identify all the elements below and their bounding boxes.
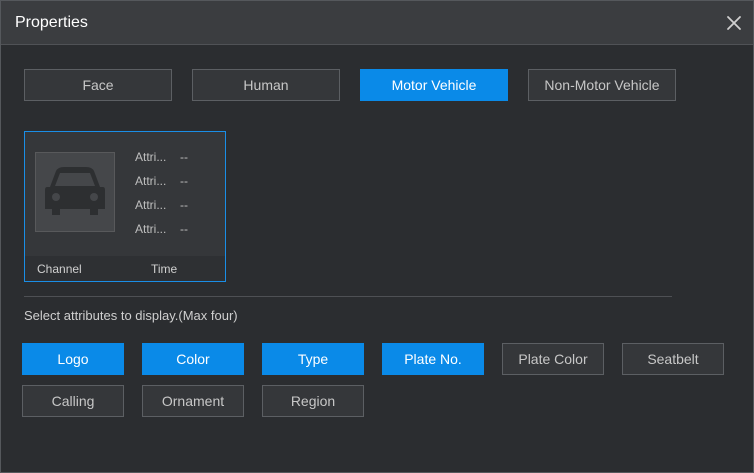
car-icon <box>45 167 105 215</box>
attribute-ornament-button[interactable]: Ornament <box>142 385 244 417</box>
attribute-value: -- <box>180 222 188 236</box>
tab-human[interactable]: Human <box>192 69 340 101</box>
attribute-name: Attri... <box>135 150 167 164</box>
preview-card: Attri... -- Attri... -- Attri... -- Attri..… <box>24 131 226 282</box>
preview-attribute-row: Attri... -- <box>135 198 188 222</box>
attribute-value: -- <box>180 150 188 164</box>
preview-attribute-row: Attri... -- <box>135 222 188 246</box>
attribute-plate-no-button[interactable]: Plate No. <box>382 343 484 375</box>
select-attributes-hint: Select attributes to display.(Max four) <box>24 308 238 323</box>
preview-attribute-list: Attri... -- Attri... -- Attri... -- Attri..… <box>135 150 188 246</box>
dialog-titlebar: Properties <box>1 1 753 45</box>
attribute-logo-button[interactable]: Logo <box>22 343 124 375</box>
attribute-plate-color-button[interactable]: Plate Color <box>502 343 604 375</box>
preview-footer: Channel Time <box>25 256 225 281</box>
attribute-calling-button[interactable]: Calling <box>22 385 124 417</box>
attribute-value: -- <box>180 174 188 188</box>
dialog-title: Properties <box>15 14 88 31</box>
attribute-region-button[interactable]: Region <box>262 385 364 417</box>
attribute-name: Attri... <box>135 222 167 236</box>
attribute-type-button[interactable]: Type <box>262 343 364 375</box>
preview-attribute-row: Attri... -- <box>135 174 188 198</box>
attribute-value: -- <box>180 198 188 212</box>
attribute-seatbelt-button[interactable]: Seatbelt <box>622 343 724 375</box>
close-icon[interactable] <box>725 14 743 32</box>
tab-face[interactable]: Face <box>24 69 172 101</box>
attribute-name: Attri... <box>135 174 167 188</box>
attribute-name: Attri... <box>135 198 167 212</box>
attribute-color-button[interactable]: Color <box>142 343 244 375</box>
tab-non-motor-vehicle[interactable]: Non-Motor Vehicle <box>528 69 676 101</box>
preview-attribute-row: Attri... -- <box>135 150 188 174</box>
channel-label: Channel <box>37 262 82 276</box>
section-divider <box>24 296 672 297</box>
time-label: Time <box>151 262 178 276</box>
properties-dialog: Properties Face Human Motor Vehicle Non-… <box>0 0 754 473</box>
tab-motor-vehicle[interactable]: Motor Vehicle <box>360 69 508 101</box>
preview-thumbnail <box>35 152 115 232</box>
